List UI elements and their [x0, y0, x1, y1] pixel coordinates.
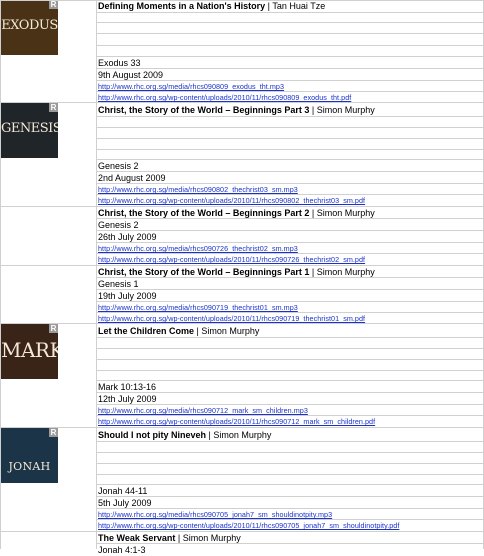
grid-line [97, 415, 484, 416]
r-badge-icon: R [49, 428, 58, 437]
grid-line [97, 519, 484, 520]
genesis-thumbnail: GENESIS R [1, 103, 58, 158]
grid-line [97, 359, 484, 360]
grid-line [0, 323, 484, 324]
grid-line [97, 12, 484, 13]
mark-thumbnail: MARK R [1, 324, 58, 379]
spreadsheet: EXODUS R Defining Moments in a Nation's … [0, 0, 484, 555]
grid-line [0, 206, 484, 207]
grid-line [0, 0, 484, 1]
grid-line [0, 427, 484, 428]
grid-line [97, 441, 484, 442]
grid-line [97, 68, 484, 69]
grid-line [0, 531, 484, 532]
grid-line [97, 171, 484, 172]
grid-line [97, 253, 484, 254]
grid-line [97, 45, 484, 46]
grid-line [97, 183, 484, 184]
grid-line [97, 312, 484, 313]
grid-line [97, 149, 484, 150]
grid-line [97, 474, 484, 475]
grid-line [97, 230, 484, 231]
grid-line [97, 91, 484, 92]
grid-line [97, 194, 484, 195]
grid-line [97, 22, 484, 23]
grid-line [97, 56, 484, 57]
grid-line [97, 484, 484, 485]
grid-line [97, 392, 484, 393]
grid-line [97, 348, 484, 349]
grid-line [97, 159, 484, 160]
grid-line [97, 116, 484, 117]
grid-line [97, 33, 484, 34]
exodus-thumbnail: EXODUS R [1, 0, 58, 55]
grid-line [97, 127, 484, 128]
grid-line [97, 508, 484, 509]
grid-line [97, 543, 484, 544]
grid-line [97, 337, 484, 338]
r-badge-icon: R [49, 103, 58, 112]
grid-line [97, 80, 484, 81]
grid-line [97, 242, 484, 243]
grid-line [0, 102, 484, 103]
grid-line [97, 380, 484, 381]
sermon-title-cell[interactable]: Should I not pity Nineveh | Simon Murphy [98, 429, 482, 441]
r-badge-icon: R [49, 0, 58, 9]
sermon-title-cell[interactable]: Let the Children Come | Simon Murphy [98, 325, 482, 337]
r-badge-icon: R [49, 324, 58, 333]
sermon-title-cell[interactable]: Christ, the Story of the World – Beginni… [98, 104, 482, 116]
grid-line [97, 496, 484, 497]
grid-line [97, 218, 484, 219]
grid-line [97, 289, 484, 290]
grid-line [97, 463, 484, 464]
grid-line [97, 404, 484, 405]
grid-line [97, 370, 484, 371]
grid-line [97, 301, 484, 302]
grid-line [97, 138, 484, 139]
grid-line [97, 452, 484, 453]
grid-line [0, 265, 484, 266]
passage-cell[interactable]: Jonah 4:1-3 [98, 544, 482, 556]
grid-line [96, 0, 97, 549]
jonah-thumbnail: JONAH R [1, 428, 58, 483]
sermon-title-cell[interactable]: Defining Moments in a Nation's History |… [98, 0, 482, 12]
grid-line [97, 277, 484, 278]
